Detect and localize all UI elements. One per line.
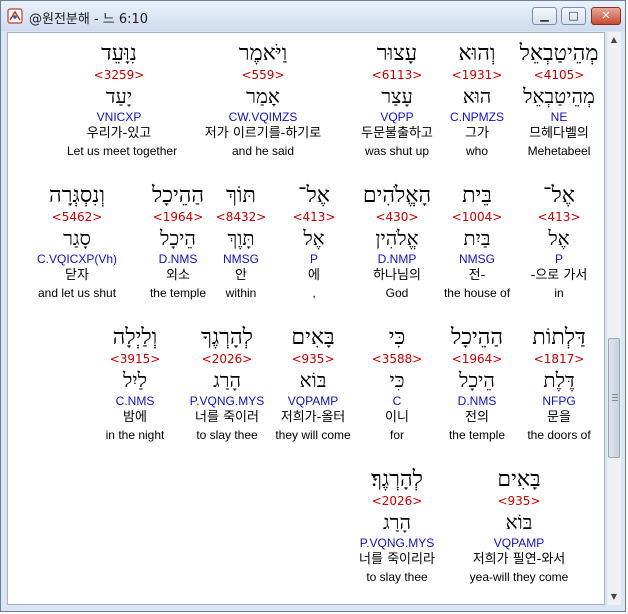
word-block[interactable]: לְהָרְגֶךָ׃ <2026> הָרַג P.VQNG.MYS 너를 죽이리라 t… [345,467,449,585]
lexical-form: עָצַר [381,84,413,108]
parse-code: VQPAMP [493,536,545,550]
lexical-form: בּוֹא [505,510,533,534]
strong-number: <2026> [371,494,423,508]
scroll-down-arrow-icon[interactable]: ▼ [607,589,621,605]
english-gloss: Let us meet together [67,144,178,158]
hebrew-word: וַיֹּאמֶר [238,41,288,66]
parse-code: P.VQNG.MYS [189,394,265,408]
korean-gloss: 두문불출하고 [361,126,433,141]
maximize-icon: □ [568,9,579,22]
hebrew-word: הַהֵיכָל [151,183,205,208]
parse-code: C.VQICXP(Vh) [36,252,117,266]
hebrew-word: וְלַיְלָה [112,325,158,350]
parse-code: P.VQNG.MYS [359,536,435,550]
interlinear-panel[interactable]: מְהֵיטַבְאֵל <4105> מְהֵיטַבְאֵל NE 므헤다벨의 Meh… [7,32,605,605]
grip-line [612,397,618,398]
minimize-button[interactable]: ▁ [532,7,557,25]
parse-code: VNICXP [96,110,142,124]
lexical-form: יָעַד [105,84,133,108]
strong-number: <3259> [93,68,145,82]
lexical-form: הָרַג [383,510,411,534]
lexical-form: סָגַר [63,226,91,250]
english-gloss: to slay thee [196,428,258,442]
korean-gloss: 저가 이르기를-하기로 [204,126,322,141]
hebrew-word: לְהָרְגֶךָ׃ [371,467,423,492]
hebrew-word: לְהָרְגֶךָ [201,325,253,350]
hebrew-word: וְנִסְגְּרָה [48,183,106,208]
grip-line [612,394,618,395]
strong-number: <5462> [51,210,103,224]
word-block[interactable]: הַהֵיכָל <1964> הֵיכָל D.NMS 외소 the temple [126,183,230,301]
word-block[interactable]: נִוָּעֵד <3259> יָעַד VNICXP 우리가-있고 Let us me… [67,41,178,159]
word-block[interactable]: וַיֹּאמֶר <559> אָמַר CW.VQIMZS 저가 이르기를-하기로 a… [193,41,333,159]
strong-number: <559> [241,68,285,82]
lexical-form: הֵיכָל [160,226,196,250]
scroll-thumb[interactable] [608,338,620,458]
parse-code: CW.VQIMZS [228,110,298,124]
minimize-icon: ▁ [540,9,549,22]
title-bar[interactable]: @원전분해 - 느 6:10 ▁ □ ✕ [1,1,625,31]
english-gloss: the temple [149,286,207,300]
maximize-button[interactable]: □ [561,7,586,25]
strong-number: <1964> [152,210,204,224]
lexical-form: לַיִל [123,368,147,392]
window-title: @원전분해 - 느 6:10 [29,12,149,27]
app-window: @원전분해 - 느 6:10 ▁ □ ✕ מְהֵיטַבְאֵל <4105> מ… [0,0,626,612]
korean-gloss: 너를 죽이리라 [359,552,435,567]
english-gloss: in the night [105,428,165,442]
word-block[interactable]: לְהָרְגֶךָ <2026> הָרַג P.VQNG.MYS 너를 죽이러 to … [175,325,279,443]
close-button[interactable]: ✕ [591,7,621,25]
parse-code: D.NMS [158,252,198,266]
word-block[interactable]: עָצוּר <6113> עָצַר VQPP 두문불출하고 was shut up [345,41,449,159]
english-gloss: yea-will they come [469,570,569,584]
korean-gloss: 너를 죽이러 [195,410,259,425]
grip-line [612,400,618,401]
strong-number: <2026> [201,352,253,366]
parse-code: C.NMS [115,394,155,408]
close-icon: ✕ [601,9,611,22]
word-block[interactable]: בָּאִים <935> בּוֹא VQPAMP 저희가 필연-와서 yea-will… [467,467,571,585]
lexical-form: אָמַר [246,84,280,108]
korean-gloss: 저희가 필연-와서 [472,552,566,567]
strong-number: <6113> [371,68,423,82]
hebrew-word: עָצוּר [376,41,418,66]
english-gloss: and he said [231,144,295,158]
app-logo-icon [7,8,23,24]
korean-gloss: 밤에 [123,410,147,425]
vertical-scrollbar[interactable]: ▲ ▼ [606,32,621,605]
hebrew-word: נִוָּעֵד [101,41,137,66]
korean-gloss: 우리가-있고 [86,126,152,141]
strong-number: <935> [497,494,541,508]
lexical-form: הָרַג [213,368,241,392]
word-block[interactable]: וְנִסְגְּרָה <5462> סָגַר C.VQICXP(Vh) 닫자 and… [25,183,129,301]
strong-number: <3915> [109,352,161,366]
english-gloss: and let us shut [37,286,117,300]
english-gloss: to slay thee [366,570,428,584]
word-block[interactable]: וְלַיְלָה <3915> לַיִל C.NMS 밤에 in the night [83,325,187,443]
korean-gloss: 닫자 [65,268,89,283]
english-gloss: was shut up [364,144,430,158]
hebrew-word: בָּאִים [497,467,541,492]
parse-code: VQPP [380,110,414,124]
korean-gloss: 외소 [166,268,190,283]
scroll-up-arrow-icon[interactable]: ▲ [607,32,621,48]
